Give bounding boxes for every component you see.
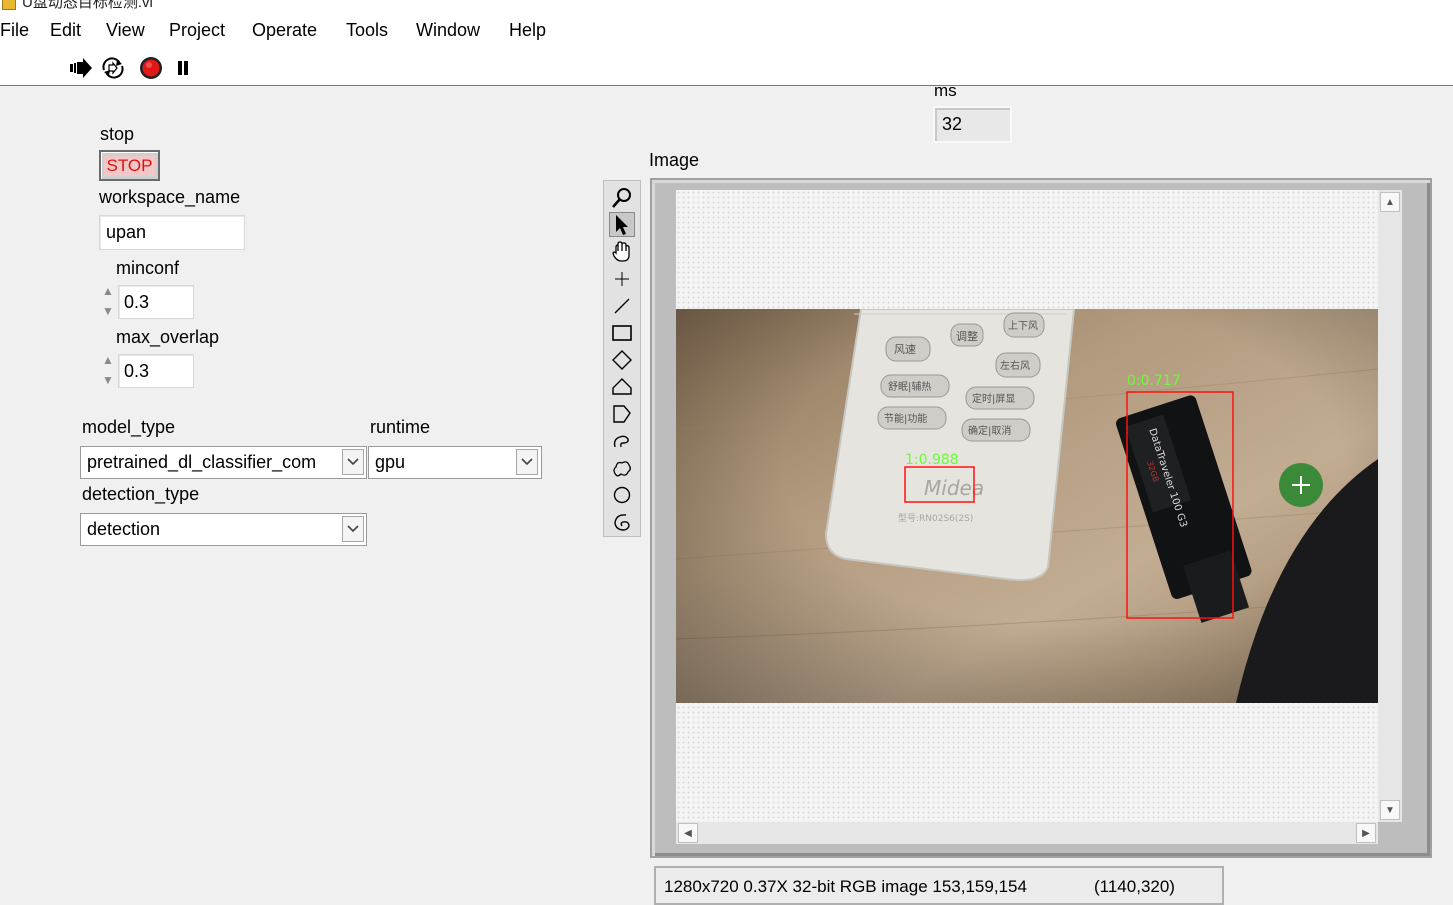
svg-text:确定|取消: 确定|取消 [968, 424, 1011, 437]
vi-file-icon [2, 0, 16, 10]
scroll-up-icon[interactable]: ▲ [1380, 192, 1400, 212]
svg-text:定时|屏显: 定时|屏显 [972, 392, 1015, 405]
model-type-dropdown[interactable]: pretrained_dl_classifier_com [80, 446, 367, 479]
max-overlap-input[interactable]: 0.3 [118, 354, 194, 388]
menu-edit[interactable]: Edit [50, 20, 81, 41]
svg-text:节能|功能: 节能|功能 [884, 412, 927, 425]
rectangle-icon[interactable] [609, 320, 635, 345]
increment-arrow-icon[interactable]: ▲ [102, 352, 114, 368]
svg-text:左右风: 左右风 [1000, 359, 1030, 372]
detection-type-label: detection_type [82, 484, 200, 504]
select-pointer-icon[interactable] [609, 212, 635, 237]
freehand-icon[interactable] [609, 428, 635, 453]
max-overlap-increment-decrement[interactable]: ▲ ▼ [100, 352, 116, 392]
image-label: Image [649, 150, 700, 170]
increment-arrow-icon[interactable]: ▲ [102, 283, 114, 299]
pause-button[interactable] [170, 55, 196, 81]
line-icon[interactable] [609, 293, 635, 318]
horizontal-scrollbar[interactable]: ◀ ▶ [676, 822, 1378, 844]
run-continuously-button[interactable] [100, 55, 126, 81]
svg-text:舒眠|辅热: 舒眠|辅热 [888, 380, 931, 393]
scroll-left-icon[interactable]: ◀ [678, 823, 698, 843]
detection-label: 0:0.717 [1127, 373, 1181, 389]
detection-label: 1:0.988 [905, 452, 959, 468]
decrement-arrow-icon[interactable]: ▼ [102, 303, 114, 319]
abort-execution-button[interactable] [138, 55, 164, 81]
rotated-rectangle-icon[interactable] [609, 347, 635, 372]
image-tools-palette [603, 180, 641, 537]
zoom-icon[interactable] [609, 185, 635, 210]
window-title: U盘动态目标检测.vi [22, 0, 153, 11]
scroll-right-icon[interactable]: ▶ [1356, 823, 1376, 843]
camera-frame-svg: 调整 风速 上下风 左右风 舒眠|辅热 定时|屏显 节能|功能 确定|取消 Mi… [676, 309, 1378, 703]
cursor-coordinates: (1140,320) [1094, 877, 1175, 896]
polygon-icon[interactable] [609, 401, 635, 426]
menu-file[interactable]: File [0, 20, 29, 41]
camera-image[interactable]: 调整 风速 上下风 左右风 舒眠|辅热 定时|屏显 节能|功能 确定|取消 Mi… [676, 309, 1378, 703]
broken-line-icon[interactable] [609, 455, 635, 480]
image-info-text: 1280x720 0.37X 32-bit RGB image 153,159,… [664, 877, 1027, 896]
menu-tools[interactable]: Tools [346, 20, 388, 41]
svg-text:调整: 调整 [956, 329, 978, 343]
minconf-input[interactable]: 0.3 [118, 285, 194, 319]
workspace-name-input[interactable]: upan [99, 215, 245, 250]
run-button[interactable] [68, 55, 94, 81]
runtime-label: runtime [370, 417, 431, 437]
menu-window[interactable]: Window [416, 20, 480, 41]
annulus-icon[interactable] [609, 374, 635, 399]
minconf-increment-decrement[interactable]: ▲ ▼ [100, 283, 116, 323]
title-bar: U盘动态目标检测.vi [0, 0, 1453, 17]
chevron-down-icon[interactable] [342, 516, 364, 542]
minconf-label: minconf [116, 258, 180, 278]
stop-button-text: STOP [103, 155, 156, 176]
pan-hand-icon[interactable] [609, 239, 635, 264]
oval-icon[interactable] [609, 482, 635, 507]
model-type-label: model_type [82, 417, 176, 437]
max-overlap-label: max_overlap [116, 327, 220, 347]
detection-type-value: detection [87, 519, 161, 539]
menu-help[interactable]: Help [509, 20, 546, 41]
chevron-down-icon[interactable] [342, 449, 364, 475]
svg-text:风速: 风速 [894, 343, 916, 356]
menu-project[interactable]: Project [169, 20, 225, 41]
run-arrow-icon [70, 58, 92, 78]
workspace-name-label: workspace_name [99, 187, 241, 207]
scroll-down-icon[interactable]: ▼ [1380, 800, 1400, 820]
run-continuously-icon [102, 57, 124, 79]
svg-text:上下风: 上下风 [1008, 320, 1038, 332]
image-info-bar: 1280x720 0.37X 32-bit RGB image 153,159,… [654, 866, 1224, 905]
detection-type-dropdown[interactable]: detection [80, 513, 367, 546]
stop-button[interactable]: STOP [99, 150, 160, 181]
runtime-value: gpu [375, 452, 406, 472]
menu-bar: File Edit View Project Operate Tools Win… [0, 17, 1453, 45]
pause-icon [178, 61, 188, 75]
ms-indicator: 32 [933, 106, 1012, 143]
runtime-dropdown[interactable]: gpu [368, 446, 542, 479]
toolbar [0, 45, 1453, 86]
decrement-arrow-icon[interactable]: ▼ [102, 372, 114, 388]
menu-operate[interactable]: Operate [252, 20, 317, 41]
chevron-down-icon[interactable] [516, 449, 538, 475]
svg-text:Midea: Midea [924, 476, 984, 500]
svg-text:型号:RN02S6(2S): 型号:RN02S6(2S) [898, 513, 973, 524]
annulus-arc-icon[interactable] [609, 509, 635, 534]
point-crosshair-icon[interactable] [609, 266, 635, 291]
stop-label: stop [100, 124, 135, 144]
model-type-value: pretrained_dl_classifier_com [87, 452, 317, 472]
ms-label: ms [934, 81, 957, 100]
menu-view[interactable]: View [106, 20, 145, 41]
vertical-scrollbar[interactable]: ▲ ▼ [1378, 190, 1402, 822]
abort-execution-icon [140, 57, 162, 79]
